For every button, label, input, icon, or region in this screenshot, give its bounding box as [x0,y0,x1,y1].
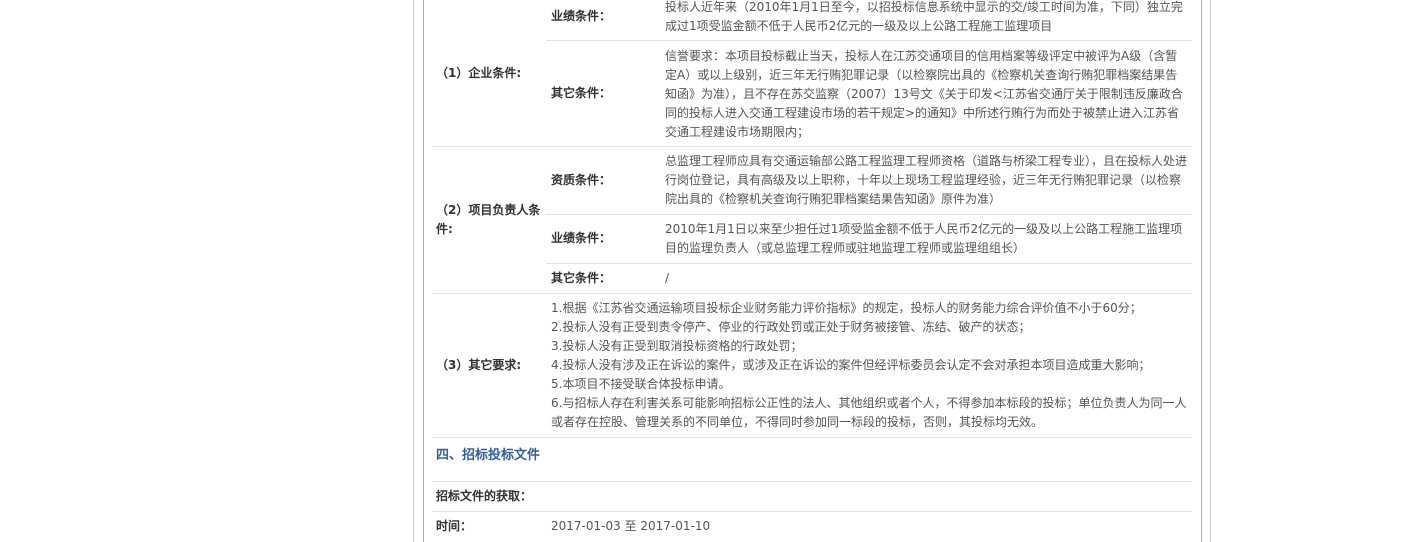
enterprise-conditions-label: （1）企业条件: [436,0,542,146]
enterprise-other-label: 其它条件： [551,40,651,146]
enterprise-performance-text: 投标人近年来（2010年1月1日至今，以招投标信息系统中显示的交/竣工时间为准，… [665,0,1183,33]
row-divider [432,146,1192,147]
manager-conditions-label: （2）项目负责人条件: [436,146,542,293]
enterprise-other-label-text: 其它条件： [551,85,612,100]
list-item: 1.根据《江苏省交通运输项目投标企业财务能力评价指标》的规定，投标人的财务能力综… [551,301,1142,315]
manager-conditions-label-text: （2）项目负责人条件: [436,202,541,236]
enterprise-conditions-label-text: （1）企业条件: [436,65,522,80]
obtain-documents-label-text: 招标文件的获取： [436,488,533,503]
obtain-documents-label: 招标文件的获取： [436,481,736,511]
section-title-text: 四、招标投标文件 [436,447,541,463]
enterprise-other-text: 信誉要求：本项目投标截止当天，投标人在江苏交通项目的信用档案等级评定中被评为A级… [665,49,1183,139]
other-requirements-list: 1.根据《江苏省交通运输项目投标企业财务能力评价指标》的规定，投标人的财务能力综… [551,299,1189,432]
list-item: 4.投标人没有涉及正在诉讼的案件，或涉及正在诉讼的案件但经评标委员会认定不会对承… [551,358,1151,372]
manager-performance-label: 业绩条件： [551,214,651,263]
manager-other-value: / [665,270,670,285]
manager-qualification-label: 资质条件： [551,146,651,214]
list-item: 6.与招标人存在利害关系可能影响招标公正性的法人、其他组织或者个人，不得参加本标… [551,396,1187,429]
other-requirements-label: （3）其它要求: [436,293,542,437]
bidding-conditions-table: （1）企业条件: 业绩条件： 投标人近年来（2010年1月1日至今，以招投标信息… [432,0,1192,542]
other-requirements-label-text: （3）其它要求: [436,357,522,372]
enterprise-performance-label-text: 业绩条件： [551,8,612,23]
manager-other-label: 其它条件： [551,263,651,293]
row-divider [432,293,1192,294]
list-item: 3.投标人没有正受到取消投标资格的行政处罚； [551,339,803,353]
manager-qualification-label-text: 资质条件： [551,172,612,187]
manager-qualification-text: 总监理工程师应具有交通运输部公路工程监理工程师资格（道路与桥梁工程专业），且在投… [665,154,1188,206]
enterprise-performance-label: 业绩条件： [551,0,651,32]
time-label-text: 时间： [436,519,473,533]
manager-performance-text: 2010年1月1日以来至少担任过1项受监金额不低于人民币2亿元的一级及以上公路工… [665,222,1183,255]
time-value-text: 2017-01-03 至 2017-01-10 [551,519,711,533]
time-label: 时间： [436,511,536,542]
list-item: 2.投标人没有正受到责令停产、停业的行政处罚或正处于财务被接管、冻结、破产的状态… [551,320,1031,334]
manager-other-text: / [665,263,1189,293]
list-item: 5.本项目不接受联合体投标申请。 [551,377,731,391]
time-value: 2017-01-03 至 2017-01-10 [551,511,851,542]
section-title-bidding-documents: 四、招标投标文件 [436,437,836,473]
manager-performance-label-text: 业绩条件： [551,231,612,245]
manager-other-label-text: 其它条件： [551,270,612,285]
